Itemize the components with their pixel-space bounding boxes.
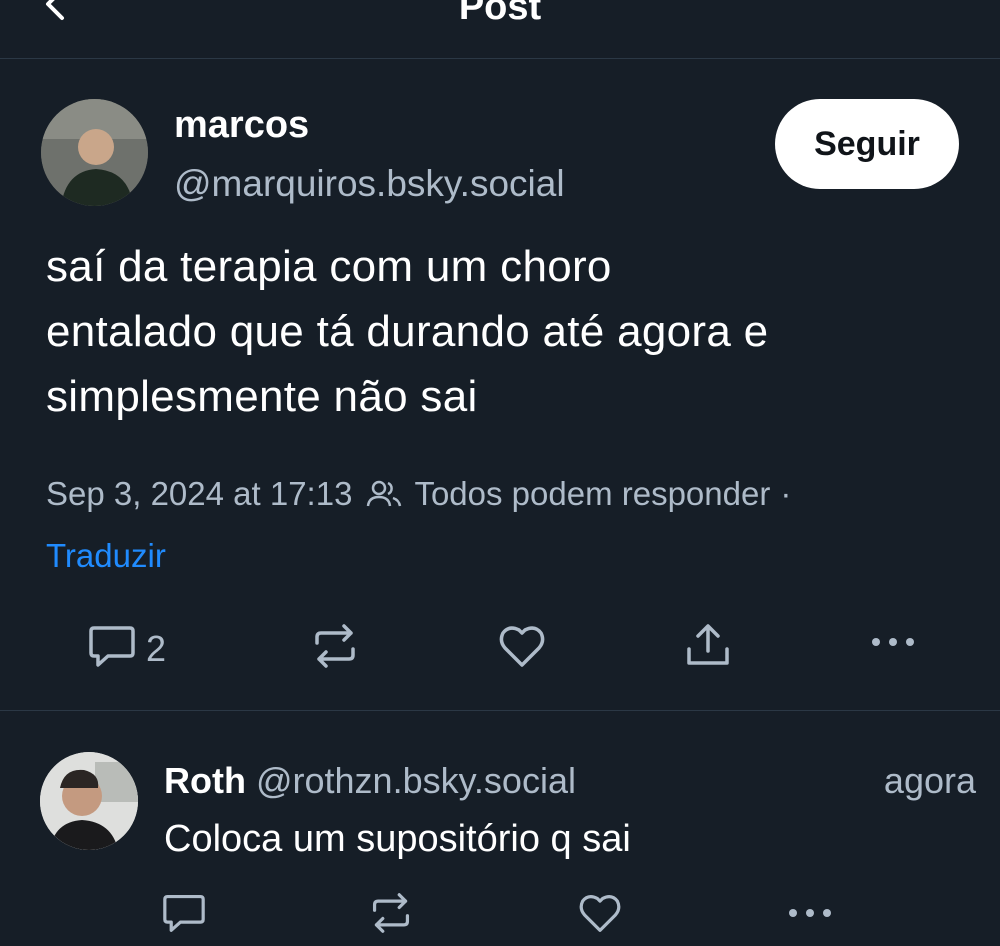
comment-icon	[162, 892, 206, 939]
reply-author-handle[interactable]: @rothzn.bsky.social	[256, 760, 576, 801]
header-bar: Post	[0, 0, 1000, 59]
divider	[0, 710, 1000, 711]
post-text-line: entalado que tá durando até agora e	[46, 307, 769, 356]
follow-button[interactable]: Seguir	[775, 99, 959, 189]
reply-author-avatar[interactable]	[40, 752, 138, 850]
reply-repost-button[interactable]	[369, 892, 413, 939]
author-name[interactable]: marcos	[174, 104, 309, 147]
heart-icon	[577, 892, 623, 939]
people-icon	[366, 478, 402, 510]
heart-icon	[497, 623, 547, 674]
post-text-line: simplesmente não sai	[46, 372, 478, 421]
reply-author-name[interactable]: Roth	[164, 760, 246, 801]
share-icon	[684, 621, 732, 674]
author-avatar[interactable]	[41, 99, 148, 206]
like-button[interactable]	[497, 623, 547, 674]
more-options-button[interactable]	[870, 635, 916, 654]
reply-author[interactable]: Roth @rothzn.bsky.social	[164, 760, 576, 802]
reply-setting[interactable]: Todos podem responder	[414, 475, 770, 513]
repost-icon	[311, 623, 359, 674]
reply-reply-button[interactable]	[162, 892, 206, 939]
reply-actions	[0, 890, 1000, 940]
post-text: saí da terapia com um choro entalado que…	[46, 234, 946, 429]
reply-text: Coloca um supositório q sai	[164, 818, 631, 860]
reply-button[interactable]: 2	[88, 623, 166, 674]
ellipsis-icon	[870, 635, 916, 654]
reply-more-options-button[interactable]	[787, 906, 833, 925]
post-meta: Sep 3, 2024 at 17:13 Todos podem respond…	[46, 475, 791, 513]
ellipsis-icon	[787, 906, 833, 925]
page-title: Post	[458, 0, 542, 28]
post-text-line: saí da terapia com um choro	[46, 242, 612, 291]
meta-separator: ·	[780, 475, 792, 512]
author-handle[interactable]: @marquiros.bsky.social	[174, 163, 565, 205]
translate-link[interactable]: Traduzir	[46, 537, 166, 575]
post-timestamp: Sep 3, 2024 at 17:13	[46, 475, 353, 512]
reply-like-button[interactable]	[577, 892, 623, 939]
comment-icon	[88, 623, 136, 674]
repost-button[interactable]	[311, 623, 359, 674]
reply-time: agora	[883, 760, 976, 801]
repost-icon	[369, 892, 413, 939]
reply-count: 2	[146, 627, 167, 669]
post-actions: 2	[0, 615, 1000, 679]
share-button[interactable]	[684, 621, 732, 674]
